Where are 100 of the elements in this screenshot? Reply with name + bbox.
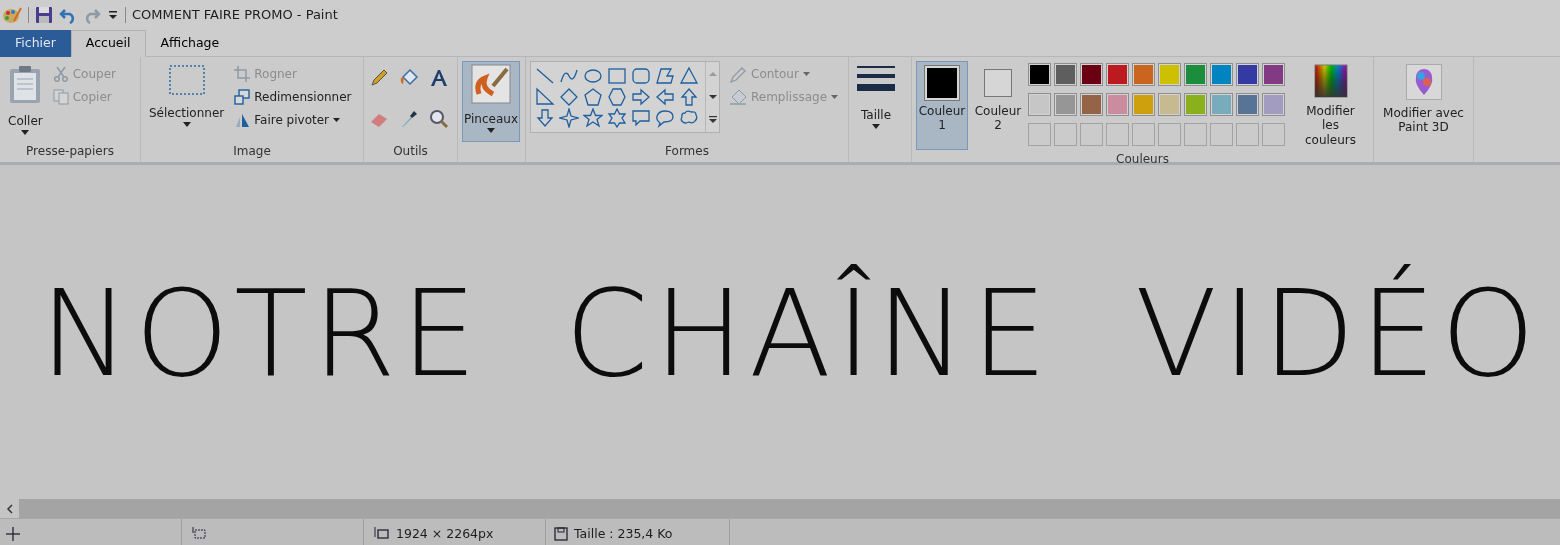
color-swatch[interactable] [1132, 63, 1155, 86]
fill-bucket-icon [729, 88, 747, 106]
scroll-left-button[interactable] [0, 499, 19, 518]
caret-icon [487, 128, 495, 133]
magnifier-tool[interactable] [428, 108, 450, 130]
rectangular-callout-icon [631, 108, 651, 129]
color-selector[interactable]: Couleur 2 [972, 61, 1024, 151]
empty-color-slot[interactable] [1080, 123, 1103, 147]
caret-icon [333, 118, 340, 122]
move-icon [6, 527, 20, 541]
four-point-star-shape[interactable] [558, 107, 580, 129]
right-triangle-shape[interactable] [534, 86, 556, 108]
color-swatch[interactable] [1080, 63, 1103, 86]
pencil-tool[interactable] [368, 67, 390, 88]
color-swatch[interactable] [1210, 63, 1233, 86]
empty-color-slot[interactable] [1132, 123, 1155, 147]
select-button[interactable]: Sélectionner [145, 61, 229, 142]
fill-tool[interactable] [398, 67, 420, 88]
color-swatch[interactable] [1210, 93, 1233, 117]
resize-button[interactable]: Redimensionner [232, 87, 354, 107]
paste-button[interactable]: Coller [4, 61, 47, 142]
rotate-button[interactable]: Faire pivoter [232, 110, 354, 130]
five-point-star-shape[interactable] [582, 107, 604, 129]
copy-icon [52, 89, 69, 105]
resize-icon [234, 89, 251, 105]
empty-color-slot[interactable] [1184, 123, 1207, 147]
group-label: Image [232, 143, 272, 160]
ribbon-tab[interactable]: Accueil [70, 30, 146, 57]
edit-colors-button[interactable]: Modifier les couleurs [1292, 61, 1369, 151]
color-swatch[interactable] [1132, 93, 1155, 117]
polygon-icon [655, 65, 675, 86]
empty-color-slot[interactable] [1236, 123, 1259, 147]
down-arrow-icon [535, 108, 555, 129]
empty-color-slot[interactable] [1054, 123, 1077, 147]
group-label: Couleurs [1115, 151, 1170, 169]
selection-icon [167, 64, 206, 96]
color-swatch[interactable] [1262, 63, 1285, 86]
down-arrow-shape[interactable] [534, 107, 556, 129]
caret-icon [21, 130, 30, 135]
group-label: Outils [392, 143, 429, 160]
empty-color-slot[interactable] [1158, 123, 1181, 147]
six-point-star-icon [607, 108, 627, 129]
color-swatch[interactable] [1028, 93, 1051, 117]
hexagon-shape[interactable] [606, 86, 628, 108]
polygon-shape[interactable] [654, 65, 676, 86]
ribbon-tab[interactable]: Affichage [145, 30, 235, 57]
color-selector[interactable]: Couleur 1 [916, 61, 968, 151]
brushes-button[interactable]: Pinceaux [462, 61, 520, 142]
text-tool[interactable] [428, 67, 450, 88]
chevron-left-icon [5, 503, 14, 514]
empty-color-slot[interactable] [1106, 123, 1129, 147]
triangle-shape[interactable] [678, 65, 700, 86]
paint-3d-button[interactable]: Modifier avec Paint 3D [1378, 61, 1469, 142]
color-swatch[interactable] [1028, 63, 1051, 86]
caret-icon [182, 122, 191, 127]
size-button[interactable]: Taille [853, 61, 899, 142]
left-arrow-icon [655, 86, 675, 107]
right-arrow-shape[interactable] [630, 86, 652, 108]
up-arrow-shape[interactable] [678, 86, 700, 108]
color-swatch[interactable] [1236, 63, 1259, 86]
save-icon[interactable] [35, 6, 53, 24]
rectangular-callout-shape[interactable] [630, 107, 652, 129]
hexagon-icon [607, 86, 627, 107]
color-swatch[interactable] [1158, 63, 1181, 86]
color-swatch[interactable] [1054, 93, 1077, 117]
expand-icon [708, 115, 717, 124]
paint-bucket-icon [399, 67, 419, 88]
color-swatch[interactable] [1106, 63, 1129, 86]
diamond-icon [559, 86, 579, 107]
four-point-star-icon [559, 108, 579, 129]
diamond-shape[interactable] [558, 86, 580, 108]
paint-palette-icon[interactable] [2, 5, 22, 25]
rounded-rectangle-icon [631, 65, 651, 86]
crop-icon [234, 66, 251, 82]
image-dimensions: 1924 × 2264px [396, 524, 494, 543]
color-swatch[interactable] [1158, 93, 1181, 117]
dropdown-icon[interactable] [107, 8, 119, 22]
ribbon-tab[interactable]: Fichier [0, 30, 71, 57]
group-label: Presse-papiers [25, 143, 115, 160]
color-swatch[interactable] [1236, 93, 1259, 117]
pentagon-shape[interactable] [582, 86, 604, 108]
oval-callout-shape[interactable] [654, 107, 676, 129]
up-arrow-icon [679, 86, 699, 107]
empty-color-slot[interactable] [1210, 123, 1233, 147]
canvas-size-icon [374, 527, 390, 541]
color-swatch[interactable] [1054, 63, 1077, 86]
triangle-icon [679, 65, 699, 86]
empty-color-slot[interactable] [1028, 123, 1051, 147]
left-arrow-shape[interactable] [654, 86, 676, 108]
color-swatch[interactable] [1262, 93, 1285, 117]
color-swatch[interactable] [1184, 63, 1207, 86]
color-swatch[interactable] [1184, 93, 1207, 117]
six-point-star-shape[interactable] [606, 107, 628, 129]
rectangle-icon [607, 65, 627, 86]
caret-icon [872, 124, 880, 129]
color-swatch[interactable] [1106, 93, 1129, 117]
undo-icon[interactable] [59, 6, 77, 24]
color-swatch[interactable] [1080, 93, 1103, 117]
empty-color-slot[interactable] [1262, 123, 1285, 147]
window-title: COMMENT FAIRE PROMO - Paint [132, 6, 338, 25]
